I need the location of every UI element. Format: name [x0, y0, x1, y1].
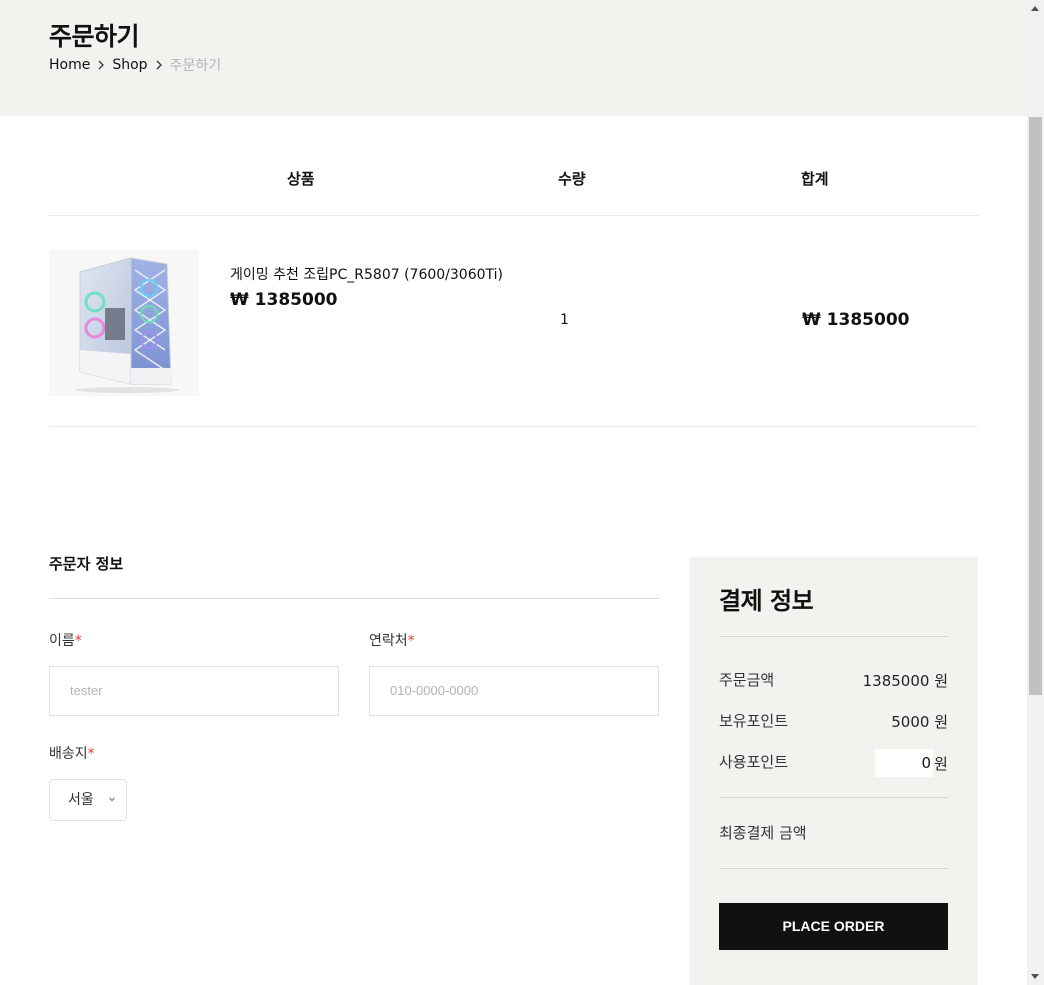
order-amount-value: 1385000 원: [862, 672, 948, 690]
divider: [719, 636, 948, 637]
name-label-text: 이름: [49, 633, 75, 649]
column-header-quantity: 수량: [558, 170, 586, 188]
phone-input[interactable]: 010-0000-0000: [369, 666, 659, 716]
required-mark: *: [87, 746, 95, 762]
product-total: ₩ 1385000: [802, 310, 910, 330]
owned-points-value: 5000 원: [891, 713, 948, 731]
product-image[interactable]: [49, 250, 199, 396]
name-label: 이름*: [49, 630, 82, 650]
orderer-info-title: 주문자 정보: [49, 555, 124, 573]
cart-table-header: 상품 수량 합계: [49, 160, 979, 216]
owned-points-label: 보유포인트: [719, 712, 789, 730]
use-points-label: 사용포인트: [719, 753, 789, 771]
use-points-unit: 원: [934, 755, 948, 773]
scrollbar-thumb[interactable]: [1029, 117, 1042, 695]
checkout-page: 주문하기 Home Shop 주문하기 상품 수량 합계 게이밍 추천 조립PC…: [0, 0, 1027, 985]
name-input[interactable]: tester: [49, 666, 339, 716]
vertical-scrollbar[interactable]: [1027, 0, 1044, 985]
page-header: 주문하기 Home Shop 주문하기: [0, 0, 1027, 116]
phone-label: 연락처*: [369, 630, 415, 650]
breadcrumb-home-link[interactable]: Home: [49, 57, 90, 73]
cart-item-row: 게이밍 추천 조립PC_R5807 (7600/3060Ti) ₩ 138500…: [49, 216, 979, 427]
column-header-product: 상품: [287, 170, 315, 188]
address-label-text: 배송지: [49, 746, 88, 762]
product-name[interactable]: 게이밍 추천 조립PC_R5807 (7600/3060Ti): [230, 264, 503, 284]
page-title: 주문하기: [49, 22, 140, 51]
divider: [719, 868, 948, 869]
chevron-right-icon: [148, 60, 170, 70]
product-price: ₩ 1385000: [230, 290, 338, 310]
breadcrumb: Home Shop 주문하기: [49, 55, 221, 75]
chevron-right-icon: [90, 60, 112, 70]
address-label: 배송지*: [49, 743, 95, 763]
required-mark: *: [407, 633, 415, 649]
order-amount-label: 주문금액: [719, 671, 775, 689]
breadcrumb-current: 주문하기: [169, 58, 222, 74]
required-mark: *: [74, 633, 82, 649]
final-amount-label: 최종결제 금액: [719, 824, 807, 842]
phone-label-text: 연락처: [369, 633, 408, 649]
address-select-value: 서울: [68, 792, 94, 808]
scroll-up-arrow-icon[interactable]: [1031, 6, 1039, 11]
payment-summary: 결제 정보 주문금액 1385000 원 보유포인트 5000 원 사용포인트 …: [689, 557, 978, 985]
chevron-down-icon: [108, 780, 116, 836]
use-points-input[interactable]: 0: [875, 749, 933, 777]
column-header-total: 합계: [801, 170, 829, 188]
divider: [49, 598, 659, 599]
scroll-down-arrow-icon[interactable]: [1031, 974, 1039, 979]
address-select[interactable]: 서울: [49, 779, 127, 821]
payment-title: 결제 정보: [719, 587, 814, 615]
breadcrumb-shop-link[interactable]: Shop: [112, 57, 147, 73]
place-order-button[interactable]: PLACE ORDER: [719, 903, 948, 950]
product-quantity: 1: [560, 312, 569, 328]
divider: [719, 797, 948, 798]
